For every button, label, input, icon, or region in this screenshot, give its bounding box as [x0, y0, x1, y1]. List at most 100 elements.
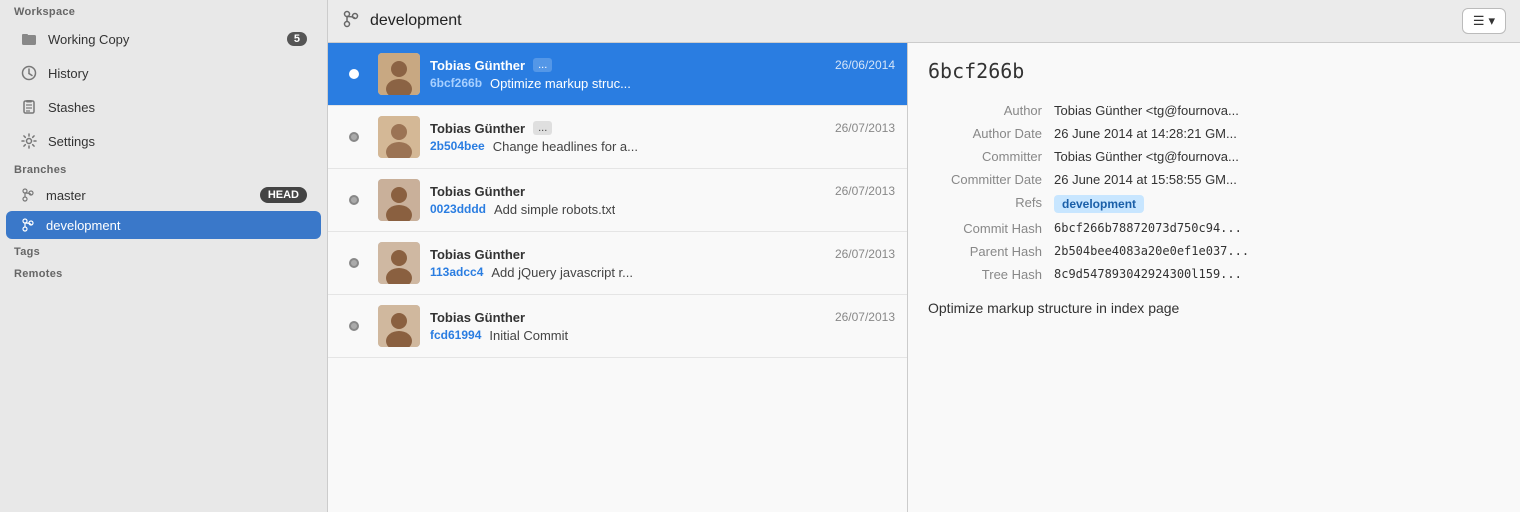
clipboard-icon — [20, 98, 38, 116]
tags-section-header: Tags — [0, 240, 327, 262]
author-value: Tobias Günther <tg@fournova... — [1048, 99, 1500, 122]
commit-dot-5 — [349, 321, 359, 331]
committer-value: Tobias Günther <tg@fournova... — [1048, 145, 1500, 168]
commit-date-5: 26/07/2013 — [835, 310, 895, 324]
commit-dots-btn-1[interactable]: ... — [533, 58, 552, 72]
branch-icon-development — [20, 217, 36, 233]
graph-col-2 — [340, 132, 368, 142]
committer-date-value: 26 June 2014 at 15:58:55 GM... — [1048, 168, 1500, 191]
detail-row-author: Author Tobias Günther <tg@fournova... — [928, 99, 1500, 122]
remotes-section-header: Remotes — [0, 262, 327, 284]
clock-icon — [20, 64, 38, 82]
detail-row-parent-hash: Parent Hash 2b504bee4083a20e0ef1e037... — [928, 240, 1500, 263]
chevron-down-icon: ▾ — [1488, 13, 1495, 29]
commit-hash-4: 113adcc4 — [430, 265, 483, 279]
sidebar-item-working-copy[interactable]: Working Copy 5 — [6, 23, 321, 55]
branch-item-master[interactable]: master HEAD — [6, 181, 321, 209]
folder-icon — [20, 30, 38, 48]
master-label: master — [46, 188, 250, 203]
toolbar-branch-name: development — [370, 12, 1452, 30]
stashes-label: Stashes — [48, 100, 307, 115]
detail-row-refs: Refs development — [928, 191, 1500, 217]
commit-date-3: 26/07/2013 — [835, 184, 895, 198]
commit-message-4: Add jQuery javascript r... — [491, 265, 633, 280]
detail-commit-message: Optimize markup structure in index page — [928, 300, 1500, 316]
author-date-value: 26 June 2014 at 14:28:21 GM... — [1048, 122, 1500, 145]
commit-author-3: Tobias Günther — [430, 184, 525, 199]
commit-info-5: Tobias Günther 26/07/2013 fcd61994 Initi… — [430, 310, 895, 343]
development-label: development — [46, 218, 307, 233]
tree-hash-label: Tree Hash — [928, 263, 1048, 286]
detail-table: Author Tobias Günther <tg@fournova... Au… — [928, 99, 1500, 286]
workspace-section-header: Workspace — [0, 0, 327, 22]
commit-author-4: Tobias Günther — [430, 247, 525, 262]
commit-item-3[interactable]: Tobias Günther 26/07/2013 0023dddd Add s… — [328, 169, 907, 232]
committer-date-label: Committer Date — [928, 168, 1048, 191]
commit-date-2: 26/07/2013 — [835, 121, 895, 135]
commit-hash-value: 6bcf266b78872073d750c94... — [1048, 217, 1500, 240]
commit-hash-5: fcd61994 — [430, 328, 481, 342]
branch-item-development[interactable]: development — [6, 211, 321, 239]
commit-author-2: Tobias Günther — [430, 121, 525, 136]
working-copy-label: Working Copy — [48, 32, 277, 47]
refs-badge: development — [1054, 195, 1144, 213]
gear-icon — [20, 132, 38, 150]
avatar-1 — [378, 53, 420, 95]
main-panel: development ☰ ▾ — [328, 0, 1520, 512]
detail-row-author-date: Author Date 26 June 2014 at 14:28:21 GM.… — [928, 122, 1500, 145]
detail-hash-title: 6bcf266b — [928, 59, 1500, 83]
commit-dot-1 — [349, 69, 359, 79]
sidebar-item-history[interactable]: History — [6, 57, 321, 89]
detail-row-committer-date: Committer Date 26 June 2014 at 15:58:55 … — [928, 168, 1500, 191]
graph-col-1 — [340, 69, 368, 79]
commit-message-3: Add simple robots.txt — [494, 202, 615, 217]
content-area: Tobias Günther ... 26/06/2014 6bcf266b O… — [328, 43, 1520, 512]
commit-message-5: Initial Commit — [489, 328, 568, 343]
branches-section-header: Branches — [0, 158, 327, 180]
toolbar: development ☰ ▾ — [328, 0, 1520, 43]
commit-item-2[interactable]: Tobias Günther ... 26/07/2013 2b504bee C… — [328, 106, 907, 169]
commit-info-3: Tobias Günther 26/07/2013 0023dddd Add s… — [430, 184, 895, 217]
commit-date-4: 26/07/2013 — [835, 247, 895, 261]
commit-dots-btn-2[interactable]: ... — [533, 121, 552, 135]
avatar-3 — [378, 179, 420, 221]
avatar-5 — [378, 305, 420, 347]
refs-value: development — [1048, 191, 1500, 217]
working-copy-badge: 5 — [287, 32, 307, 46]
graph-col-5 — [340, 321, 368, 331]
commit-dot-2 — [349, 132, 359, 142]
commit-date-1: 26/06/2014 — [835, 58, 895, 72]
sidebar: Workspace Working Copy 5 History — [0, 0, 328, 512]
author-label: Author — [928, 99, 1048, 122]
commit-item-5[interactable]: Tobias Günther 26/07/2013 fcd61994 Initi… — [328, 295, 907, 358]
sidebar-item-settings[interactable]: Settings — [6, 125, 321, 157]
commit-item-1[interactable]: Tobias Günther ... 26/06/2014 6bcf266b O… — [328, 43, 907, 106]
sidebar-item-stashes[interactable]: Stashes — [6, 91, 321, 123]
commit-hash-label: Commit Hash — [928, 217, 1048, 240]
commit-message-2: Change headlines for a... — [493, 139, 638, 154]
commit-list: Tobias Günther ... 26/06/2014 6bcf266b O… — [328, 43, 908, 512]
parent-hash-label: Parent Hash — [928, 240, 1048, 263]
detail-row-tree-hash: Tree Hash 8c9d547893042924300l159... — [928, 263, 1500, 286]
commit-hash-2: 2b504bee — [430, 139, 485, 153]
commit-author-1: Tobias Günther — [430, 58, 525, 73]
hamburger-icon: ☰ — [1473, 13, 1485, 29]
commit-info-4: Tobias Günther 26/07/2013 113adcc4 Add j… — [430, 247, 895, 280]
commit-dot-4 — [349, 258, 359, 268]
author-date-label: Author Date — [928, 122, 1048, 145]
commit-message-1: Optimize markup struc... — [490, 76, 631, 91]
detail-panel: 6bcf266b Author Tobias Günther <tg@fourn… — [908, 43, 1520, 512]
settings-label: Settings — [48, 134, 307, 149]
graph-col-4 — [340, 258, 368, 268]
commit-info-2: Tobias Günther ... 26/07/2013 2b504bee C… — [430, 121, 895, 154]
head-badge: HEAD — [260, 187, 307, 203]
tree-hash-value: 8c9d547893042924300l159... — [1048, 263, 1500, 286]
refs-label: Refs — [928, 191, 1048, 217]
avatar-4 — [378, 242, 420, 284]
commit-dot-3 — [349, 195, 359, 205]
commit-item-4[interactable]: Tobias Günther 26/07/2013 113adcc4 Add j… — [328, 232, 907, 295]
commit-hash-3: 0023dddd — [430, 202, 486, 216]
parent-hash-value: 2b504bee4083a20e0ef1e037... — [1048, 240, 1500, 263]
graph-col-3 — [340, 195, 368, 205]
toolbar-menu-button[interactable]: ☰ ▾ — [1462, 8, 1506, 34]
